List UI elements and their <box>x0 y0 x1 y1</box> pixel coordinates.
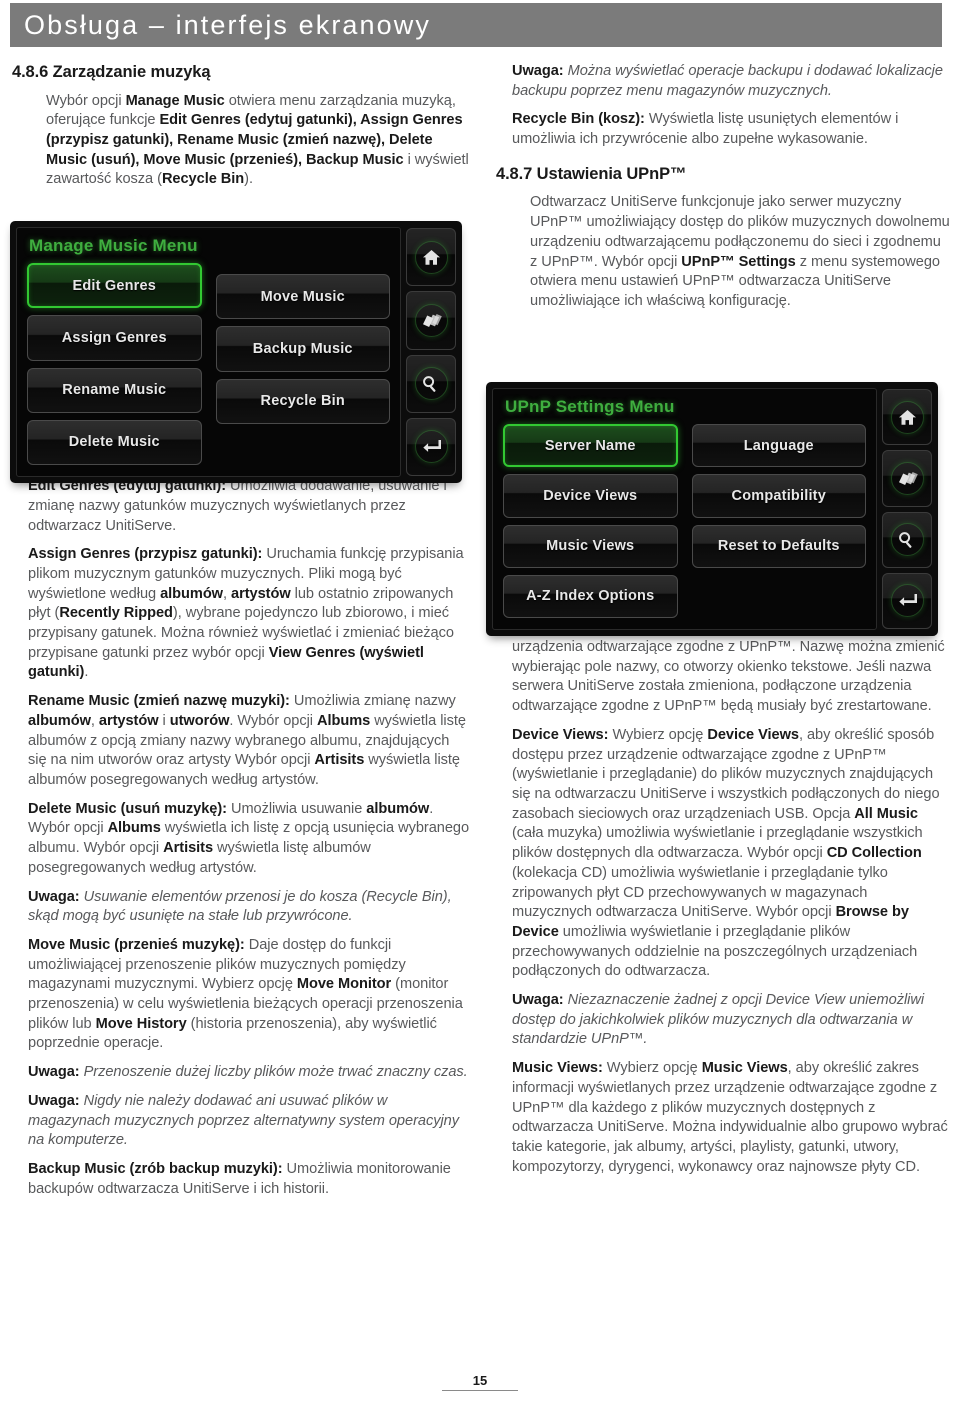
page-footer: 15 <box>0 1373 960 1391</box>
search-icon <box>423 375 436 392</box>
upnp-settings-screen: UPnP Settings Menu Server Name Language … <box>492 388 877 630</box>
enter-button[interactable] <box>406 417 456 476</box>
search-button[interactable] <box>882 511 932 568</box>
menu-button-az-index-options[interactable]: A-Z Index Options <box>503 574 678 618</box>
section-heading-486: 4.8.6 Zarządzanie muzyką <box>12 63 211 81</box>
library-button[interactable] <box>882 450 932 507</box>
note-never-add-files: Uwaga: Nigdy nie należy dodawać ani usuw… <box>28 1092 459 1149</box>
para-delete-music: Delete Music (usuń muzykę): Umożliwia us… <box>28 800 470 876</box>
section-486-intro: Wybór opcji Manage Music otwiera menu za… <box>46 92 469 188</box>
library-button[interactable] <box>406 291 456 350</box>
note-recycle-bin: Uwaga: Usuwanie elementów przenosi je do… <box>28 888 452 925</box>
menu-button-empty-slot <box>216 431 391 476</box>
menu-button-reset-to-defaults[interactable]: Reset to Defaults <box>691 524 866 568</box>
home-button[interactable] <box>882 389 932 446</box>
manual-page: Obsługa – interfejs ekranowy 4.8.6 Zarzą… <box>0 0 960 1415</box>
screenshot-upnp-settings-menu: UPnP Settings Menu Server Name Language … <box>486 382 938 636</box>
note-device-view: Uwaga: Niezaznaczenie żadnej z opcji Dev… <box>512 992 925 1048</box>
upnp-settings-screen-title: UPnP Settings Menu <box>505 397 675 416</box>
home-button[interactable] <box>406 228 456 287</box>
menu-button-music-views[interactable]: Music Views <box>503 524 678 568</box>
menu-button-rename-music[interactable]: Rename Music <box>27 367 202 413</box>
menu-button-assign-genres[interactable]: Assign Genres <box>27 315 202 361</box>
page-number: 15 <box>472 1373 488 1388</box>
manage-music-side-toolbar <box>406 227 456 477</box>
para-move-music: Move Music (przenieś muzykę): Daje dostę… <box>28 936 463 1052</box>
para-edit-genres: Edit Genres (edytuj gatunki): Umożliwia … <box>28 478 447 534</box>
section-487-intro: Odtwarzacz UnitiServe funkcjonuje jako s… <box>530 194 950 309</box>
menu-button-compatibility[interactable]: Compatibility <box>691 474 866 518</box>
manage-music-screen-title: Manage Music Menu <box>29 236 198 255</box>
note-move-duration: Uwaga: Przenoszenie dużej liczby plików … <box>28 1064 468 1081</box>
menu-button-device-views[interactable]: Device Views <box>503 474 678 518</box>
note-backup-locations: Uwaga: Można wyświetlać operacje backupu… <box>512 63 943 99</box>
home-icon <box>422 249 440 265</box>
para-music-views: Music Views: Wybierz opcję Music Views, … <box>512 1060 948 1175</box>
menu-button-edit-genres[interactable]: Edit Genres <box>27 263 202 309</box>
search-button[interactable] <box>406 354 456 413</box>
para-recycle-bin: Recycle Bin (kosz): Wyświetla listę usun… <box>512 111 899 148</box>
menu-button-empty-slot <box>692 575 867 618</box>
menu-button-delete-music[interactable]: Delete Music <box>27 419 202 465</box>
left-column-paragraphs: Edit Genres (edytuj gatunki): Umożliwia … <box>28 477 470 1199</box>
enter-button[interactable] <box>882 572 932 629</box>
menu-button-server-name[interactable]: Server Name <box>503 424 678 468</box>
enter-icon <box>898 594 917 607</box>
footer-divider <box>442 1390 518 1391</box>
cards-icon <box>898 471 918 485</box>
para-device-views: Device Views: Wybierz opcję Device Views… <box>512 726 940 980</box>
page-header-band: Obsługa – interfejs ekranowy <box>10 3 942 47</box>
menu-button-recycle-bin[interactable]: Recycle Bin <box>215 378 390 424</box>
upnp-settings-side-toolbar <box>882 388 932 630</box>
screenshot-manage-music-menu: Manage Music Menu Edit Genres Move Music… <box>10 221 462 483</box>
cards-icon <box>422 313 442 327</box>
para-rename-music: Rename Music (zmień nazwę muzyki): Umożl… <box>28 693 466 788</box>
section-heading-487: 4.8.7 Ustawienia UPnP™ <box>496 164 687 183</box>
home-icon <box>898 409 916 425</box>
para-assign-genres: Assign Genres (przypisz gatunki): Urucha… <box>28 546 464 681</box>
menu-button-move-music[interactable]: Move Music <box>215 274 390 320</box>
right-column-paragraphs: Server Name: Wybierz opcję Server Name, … <box>512 599 950 1178</box>
manage-music-button-grid: Edit Genres Move Music Assign Genres Bac… <box>27 263 390 465</box>
page-header-title: Obsługa – interfejs ekranowy <box>24 9 431 40</box>
enter-icon <box>422 440 441 453</box>
upnp-settings-button-grid: Server Name Language Device Views Compat… <box>503 424 866 618</box>
para-backup-music: Backup Music (zrób backup muzyki): Umożl… <box>28 1160 451 1197</box>
manage-music-screen: Manage Music Menu Edit Genres Move Music… <box>16 227 401 477</box>
search-icon <box>899 531 912 548</box>
menu-button-language[interactable]: Language <box>691 424 866 468</box>
menu-button-backup-music[interactable]: Backup Music <box>215 326 390 372</box>
